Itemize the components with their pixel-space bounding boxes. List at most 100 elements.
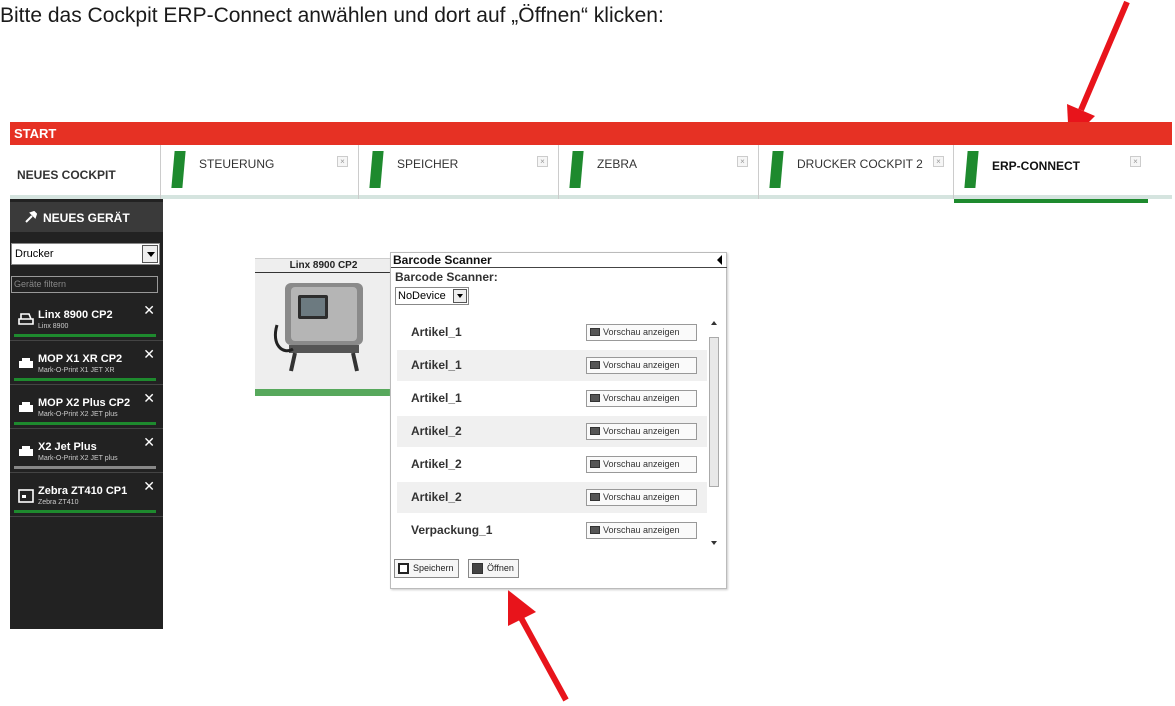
device-card[interactable]: Linx 8900 CP2	[255, 258, 392, 396]
device-card-title: Linx 8900 CP2	[255, 259, 392, 273]
preview-button[interactable]: Vorschau anzeigen	[586, 456, 697, 473]
printer-icon	[19, 358, 33, 368]
tab-zebra[interactable]: ZEBRA ×	[558, 145, 758, 199]
tab-neues-cockpit[interactable]: NEUES COCKPIT	[10, 145, 160, 199]
device-model: Mark-O-Print X1 JET XR	[38, 367, 115, 374]
wrench-icon	[25, 211, 37, 223]
tab-status-marker	[769, 151, 784, 188]
device-model: Mark-O-Print X2 JET plus	[38, 455, 118, 462]
tab-status-marker	[369, 151, 384, 188]
tab-label: STEUERUNG	[199, 157, 275, 171]
item-name: Artikel_2	[411, 424, 462, 438]
tab-speicher[interactable]: SPEICHER ×	[358, 145, 558, 199]
list-item[interactable]: Artikel_2 Vorschau anzeigen	[397, 416, 707, 447]
item-name: Artikel_1	[411, 358, 462, 372]
device-model: Linx 8900	[38, 323, 69, 330]
template-list: Artikel_1 Vorschau anzeigen Artikel_1 Vo…	[397, 317, 707, 549]
scroll-thumb[interactable]	[709, 337, 719, 487]
tab-erp-connect[interactable]: ERP-CONNECT ×	[953, 145, 1172, 203]
item-name: Artikel_2	[411, 457, 462, 471]
device-status-bar	[14, 334, 156, 337]
tab-close-icon[interactable]: ×	[337, 156, 348, 167]
remove-device-icon[interactable]: ✕	[143, 478, 155, 495]
device-item[interactable]: Linx 8900 CP2 Linx 8900 ✕	[10, 298, 163, 341]
tab-close-icon[interactable]: ×	[537, 156, 548, 167]
barcode-scanner-panel: Barcode Scanner Barcode Scanner: NoDevic…	[390, 252, 727, 589]
preview-label: Vorschau anzeigen	[603, 459, 680, 469]
device-item[interactable]: X2 Jet Plus Mark-O-Print X2 JET plus ✕	[10, 430, 163, 473]
instruction-text: Bitte das Cockpit ERP-Connect anwählen u…	[0, 4, 664, 27]
preview-button[interactable]: Vorschau anzeigen	[586, 522, 697, 539]
remove-device-icon[interactable]: ✕	[143, 346, 155, 363]
scanner-label: Barcode Scanner:	[395, 270, 498, 284]
start-label: START	[14, 126, 57, 141]
list-item[interactable]: Artikel_1 Vorschau anzeigen	[397, 383, 707, 414]
scanner-select-value: NoDevice	[398, 290, 446, 302]
erp-app-window: START NEUES COCKPIT STEUERUNG × SPEICHER…	[10, 122, 1172, 629]
title-divider	[391, 267, 727, 268]
tab-status-marker	[171, 151, 186, 188]
scroll-down-icon[interactable]	[711, 541, 717, 545]
chevron-down-icon[interactable]	[453, 289, 467, 303]
floppy-disk-icon	[398, 563, 409, 574]
start-bar[interactable]: START	[10, 122, 1172, 145]
scroll-up-icon[interactable]	[711, 321, 717, 325]
device-type-select[interactable]: Drucker	[11, 243, 160, 265]
list-item[interactable]: Artikel_1 Vorschau anzeigen	[397, 317, 707, 348]
preview-button[interactable]: Vorschau anzeigen	[586, 324, 697, 341]
tab-steuerung[interactable]: STEUERUNG ×	[160, 145, 358, 199]
preview-button[interactable]: Vorschau anzeigen	[586, 357, 697, 374]
device-name: X2 Jet Plus	[38, 441, 97, 453]
tab-close-icon[interactable]: ×	[1130, 156, 1141, 167]
tab-drucker-cockpit-2[interactable]: DRUCKER COCKPIT 2 ×	[758, 145, 953, 199]
list-item[interactable]: Verpackung_1 Vorschau anzeigen	[397, 515, 707, 546]
device-status-bar	[14, 510, 156, 513]
label-printer-icon	[18, 489, 34, 503]
preview-label: Vorschau anzeigen	[603, 525, 680, 535]
active-tab-indicator	[954, 199, 1148, 203]
open-button[interactable]: Öffnen	[468, 559, 519, 578]
image-icon	[590, 493, 600, 501]
remove-device-icon[interactable]: ✕	[143, 390, 155, 407]
chevron-down-icon[interactable]	[142, 245, 158, 263]
collapse-left-icon[interactable]	[717, 255, 722, 265]
new-device-button[interactable]: NEUES GERÄT	[10, 202, 163, 232]
open-label: Öffnen	[487, 563, 514, 573]
device-name: MOP X2 Plus CP2	[38, 397, 131, 409]
tab-close-icon[interactable]: ×	[933, 156, 944, 167]
save-button[interactable]: Speichern	[394, 559, 459, 578]
device-name: Linx 8900 CP2	[38, 309, 113, 321]
printer-open-icon	[18, 313, 34, 325]
device-filter-input[interactable]: Geräte filtern	[11, 276, 158, 293]
remove-device-icon[interactable]: ✕	[143, 302, 155, 319]
device-status-bar	[14, 466, 156, 469]
device-item[interactable]: Zebra ZT410 CP1 Zebra ZT410 ✕	[10, 474, 163, 517]
list-item[interactable]: Artikel_2 Vorschau anzeigen	[397, 449, 707, 480]
device-name: MOP X1 XR CP2	[38, 353, 123, 365]
image-icon	[472, 563, 483, 574]
device-name: Zebra ZT410 CP1	[38, 485, 128, 497]
tab-status-marker	[964, 151, 979, 188]
device-model: Zebra ZT410	[38, 499, 79, 506]
preview-button[interactable]: Vorschau anzeigen	[586, 423, 697, 440]
list-item[interactable]: Artikel_1 Vorschau anzeigen	[397, 350, 707, 381]
device-item[interactable]: MOP X2 Plus CP2 Mark-O-Print X2 JET plus…	[10, 386, 163, 429]
preview-label: Vorschau anzeigen	[603, 360, 680, 370]
remove-device-icon[interactable]: ✕	[143, 434, 155, 451]
list-scrollbar[interactable]	[708, 317, 720, 549]
device-model: Mark-O-Print X2 JET plus	[38, 411, 118, 418]
scanner-select[interactable]: NoDevice	[395, 287, 469, 305]
item-name: Verpackung_1	[411, 523, 493, 537]
device-sidebar: NEUES GERÄT Drucker Geräte filtern Linx …	[10, 199, 163, 629]
image-icon	[590, 526, 600, 534]
list-item[interactable]: Artikel_2 Vorschau anzeigen	[397, 482, 707, 513]
device-status-bar	[14, 422, 156, 425]
preview-button[interactable]: Vorschau anzeigen	[586, 390, 697, 407]
tab-label: DRUCKER COCKPIT 2	[797, 157, 923, 171]
save-label: Speichern	[413, 563, 454, 573]
device-item[interactable]: MOP X1 XR CP2 Mark-O-Print X1 JET XR ✕	[10, 342, 163, 385]
preview-button[interactable]: Vorschau anzeigen	[586, 489, 697, 506]
tab-close-icon[interactable]: ×	[737, 156, 748, 167]
tab-label: SPEICHER	[397, 157, 459, 171]
printer-icon	[19, 402, 33, 412]
